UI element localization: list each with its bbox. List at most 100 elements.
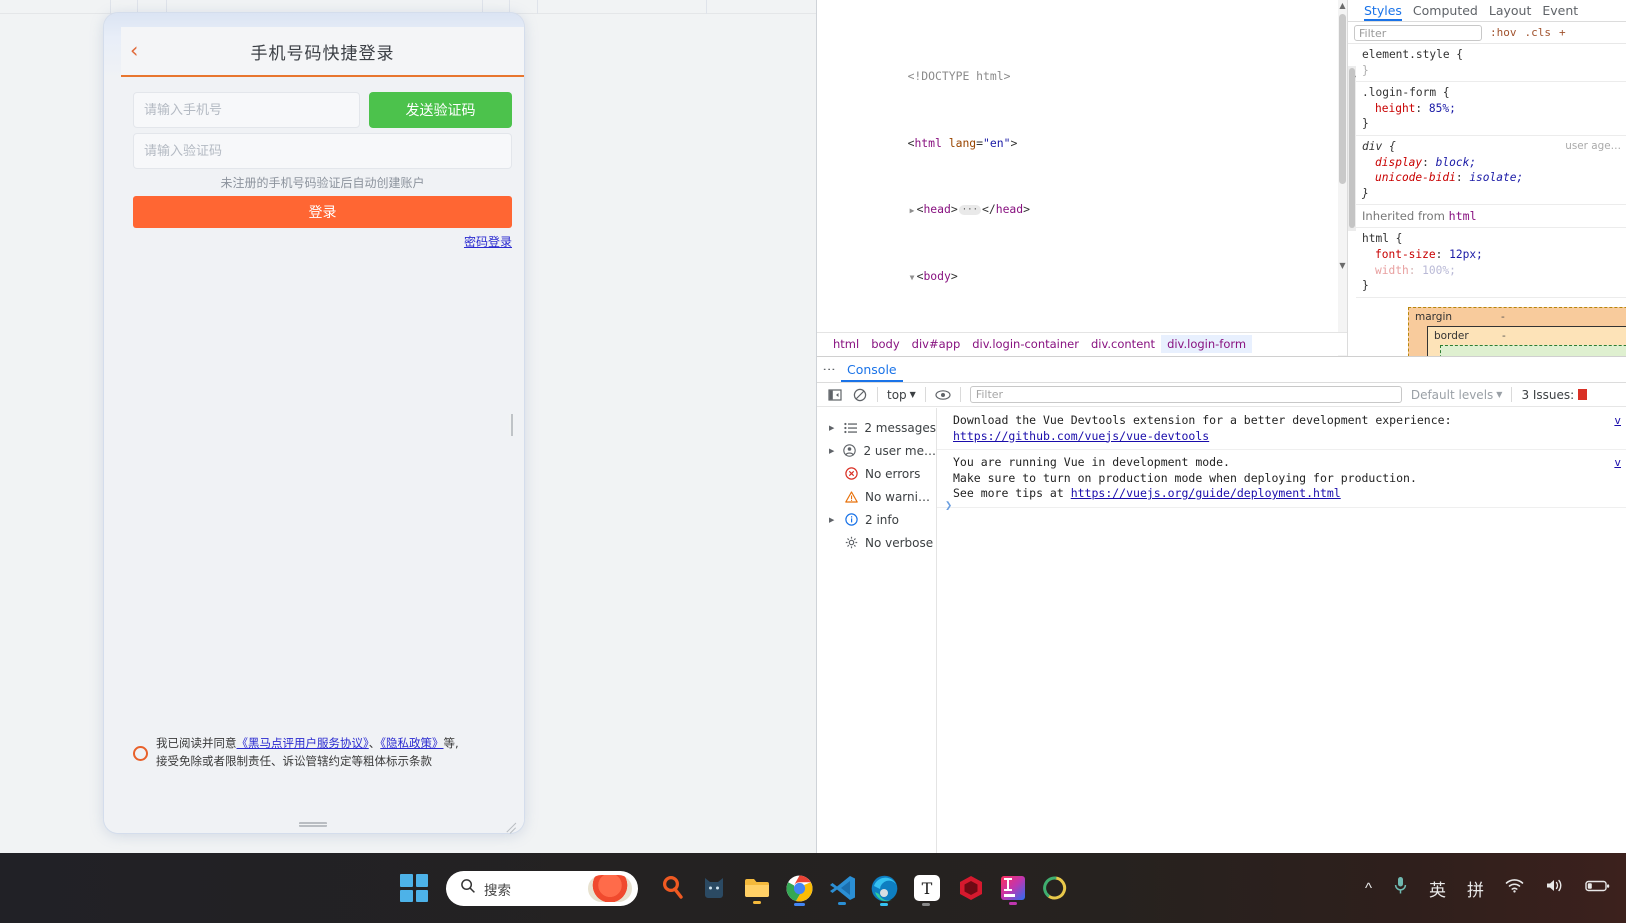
dom-tree[interactable]: <!DOCTYPE html> <html lang="en"> ▶ <head>… bbox=[817, 0, 1347, 356]
taskbar-intellij[interactable] bbox=[1000, 875, 1026, 905]
breadcrumb-item-login-container[interactable]: div.login-container bbox=[966, 335, 1085, 353]
scroll-down-arrow[interactable]: ▼ bbox=[1338, 260, 1347, 272]
dom-line[interactable]: <!DOCTYPE html> bbox=[817, 52, 1347, 83]
scrollbar-thumb[interactable] bbox=[1349, 68, 1355, 228]
tab-console[interactable]: Console bbox=[841, 358, 903, 382]
box-model-border-value[interactable]: - bbox=[1502, 330, 1506, 342]
dom-line[interactable]: <html lang="en"> bbox=[817, 118, 1347, 150]
css-prop-name[interactable]: unicode-bidi bbox=[1362, 171, 1456, 184]
breadcrumb-item-login-form[interactable]: div.login-form bbox=[1161, 335, 1253, 353]
phone-input-wrapper[interactable] bbox=[133, 92, 360, 128]
box-model-padding[interactable] bbox=[1440, 345, 1626, 356]
taskbar-app-ruby[interactable] bbox=[958, 875, 984, 901]
tab-layout[interactable]: Layout bbox=[1489, 3, 1532, 21]
css-prop-name[interactable]: display bbox=[1362, 156, 1422, 169]
css-prop-value[interactable]: 12px; bbox=[1449, 248, 1483, 261]
dom-line[interactable]: ▼ <body> bbox=[817, 251, 1347, 283]
box-model-border[interactable]: border - bbox=[1427, 326, 1626, 356]
console-sidebar-item-user-messages[interactable]: ▶ 2 user me… bbox=[817, 439, 936, 462]
code-input-wrapper[interactable] bbox=[133, 133, 512, 169]
css-prop-value[interactable]: 85%; bbox=[1429, 102, 1456, 115]
scroll-up-arrow[interactable]: ▲ bbox=[1338, 0, 1347, 12]
taskbar-file-explorer[interactable] bbox=[743, 875, 771, 904]
css-rule-html[interactable]: html { font-size: 12px; width: 100%; } bbox=[1356, 228, 1626, 298]
console-sidebar-item-messages[interactable]: ▶ 2 messages bbox=[817, 416, 936, 439]
tab-styles[interactable]: Styles bbox=[1364, 3, 1402, 21]
console-message-link[interactable]: https://github.com/vuejs/vue-devtools bbox=[953, 429, 1209, 443]
elements-scrollbar[interactable]: ▲ ▼ bbox=[1338, 0, 1347, 356]
console-context-selector[interactable]: top ▼ bbox=[887, 388, 916, 402]
css-rule-login-form[interactable]: .login-form { height: 85%; } bbox=[1356, 82, 1626, 136]
console-message[interactable]: You are running Vue in development mode.… bbox=[937, 450, 1626, 508]
agreement-radio[interactable] bbox=[133, 745, 148, 761]
login-button[interactable]: 登录 bbox=[133, 196, 512, 228]
inherited-source[interactable]: html bbox=[1449, 209, 1477, 223]
css-prop-name[interactable]: height bbox=[1362, 102, 1415, 115]
ime-pinyin-indicator[interactable]: 拼 bbox=[1467, 876, 1484, 901]
volume-icon[interactable] bbox=[1545, 878, 1564, 898]
tray-chevron-up-icon[interactable]: ^ bbox=[1365, 880, 1372, 897]
send-code-button[interactable]: 发送验证码 bbox=[369, 92, 512, 128]
device-height-resize-handle[interactable] bbox=[299, 822, 327, 827]
new-style-rule-button[interactable]: + bbox=[1559, 26, 1566, 39]
console-message-source[interactable]: v bbox=[1614, 455, 1621, 471]
css-rule-element-style[interactable]: element.style { } bbox=[1356, 44, 1626, 83]
expand-triangle-icon[interactable]: ▶ bbox=[829, 424, 837, 432]
microphone-icon[interactable] bbox=[1393, 876, 1408, 900]
console-sidebar-item-info[interactable]: ▶ 2 info bbox=[817, 508, 936, 531]
issues-counter[interactable]: 3 Issues: bbox=[1521, 388, 1588, 402]
expand-triangle-icon[interactable]: ▶ bbox=[829, 447, 837, 455]
taskbar-search-box[interactable]: 搜索 bbox=[446, 871, 638, 906]
class-toggle[interactable]: .cls bbox=[1525, 26, 1552, 39]
clear-console-icon[interactable] bbox=[852, 387, 868, 403]
tab-event-listeners[interactable]: Event bbox=[1542, 3, 1578, 21]
console-filter-input[interactable]: Filter bbox=[969, 386, 1402, 403]
box-model-margin-value[interactable]: - bbox=[1501, 311, 1505, 323]
device-corner-resize-handle[interactable] bbox=[505, 818, 519, 835]
phone-input[interactable] bbox=[144, 102, 349, 118]
css-rule-div-ua[interactable]: div {user age… display: block; unicode-b… bbox=[1356, 136, 1626, 206]
start-button[interactable] bbox=[400, 874, 428, 902]
search-avatar[interactable] bbox=[586, 873, 634, 904]
styles-scrollbar[interactable]: ▲ bbox=[1348, 66, 1356, 231]
css-prop-value[interactable]: isolate; bbox=[1469, 171, 1523, 184]
battery-icon[interactable] bbox=[1585, 879, 1610, 898]
more-options-icon[interactable]: ⋮ bbox=[821, 363, 836, 377]
back-arrow-icon[interactable]: ‹ bbox=[130, 40, 138, 62]
wifi-icon[interactable] bbox=[1505, 878, 1524, 898]
password-login-link[interactable]: 密码登录 bbox=[464, 235, 512, 249]
console-prompt-caret[interactable]: ❯ bbox=[945, 498, 952, 512]
breadcrumb-item-app[interactable]: div#app bbox=[906, 335, 967, 353]
breadcrumb-item-content[interactable]: div.content bbox=[1085, 335, 1161, 353]
taskbar-app-cat[interactable] bbox=[701, 875, 727, 901]
scrollbar-thumb[interactable] bbox=[1339, 14, 1346, 184]
css-prop-name[interactable]: width bbox=[1362, 264, 1409, 277]
styles-filter-input[interactable]: Filter bbox=[1354, 24, 1482, 41]
code-input[interactable] bbox=[144, 143, 501, 159]
taskbar-typora[interactable]: T bbox=[914, 875, 940, 901]
device-width-resize-handle[interactable] bbox=[509, 414, 514, 436]
taskbar-app-search[interactable] bbox=[660, 875, 686, 901]
console-messages[interactable]: Download the Vue Devtools extension for … bbox=[937, 408, 1626, 853]
live-expression-icon[interactable] bbox=[935, 387, 951, 403]
dom-line[interactable]: ▶ <head> ··· </head> bbox=[817, 185, 1347, 216]
console-levels-selector[interactable]: Default levels ▼ bbox=[1411, 388, 1503, 402]
breadcrumb-item-html[interactable]: html bbox=[827, 335, 865, 353]
box-model-diagram[interactable]: margin - border - bbox=[1408, 307, 1626, 356]
privacy-policy-link[interactable]: 《隐私政策》 bbox=[380, 736, 443, 750]
hover-state-toggle[interactable]: :hov bbox=[1490, 26, 1517, 39]
css-prop-name[interactable]: font-size bbox=[1362, 248, 1436, 261]
breadcrumb-item-body[interactable]: body bbox=[865, 335, 905, 353]
console-sidebar-item-warnings[interactable]: No warni… bbox=[817, 485, 936, 508]
console-sidebar-item-verbose[interactable]: No verbose bbox=[817, 531, 936, 554]
service-agreement-link[interactable]: 《黑马点评用户服务协议》 bbox=[237, 736, 369, 750]
console-message-source[interactable]: v bbox=[1614, 413, 1621, 429]
console-sidebar-item-errors[interactable]: No errors bbox=[817, 462, 936, 485]
toggle-console-sidebar-icon[interactable] bbox=[827, 387, 843, 403]
tab-computed[interactable]: Computed bbox=[1413, 3, 1478, 21]
taskbar-vscode[interactable] bbox=[829, 875, 856, 905]
ime-language-indicator[interactable]: 英 bbox=[1429, 876, 1446, 901]
taskbar-app-ring[interactable] bbox=[1042, 875, 1068, 901]
console-message-link[interactable]: https://vuejs.org/guide/deployment.html bbox=[1071, 486, 1341, 500]
console-message[interactable]: Download the Vue Devtools extension for … bbox=[937, 408, 1626, 450]
